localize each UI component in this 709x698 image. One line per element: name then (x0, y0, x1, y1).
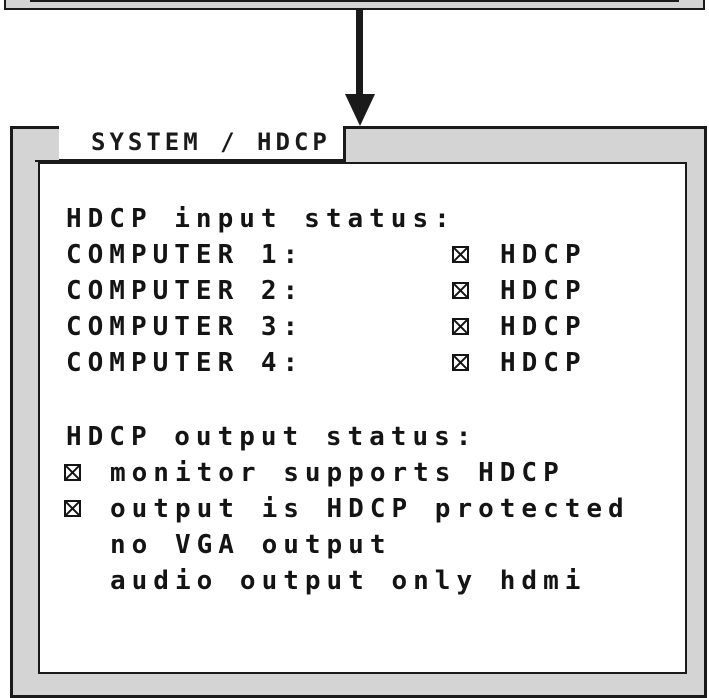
input-row-label: COMPUTER 2: (66, 276, 305, 306)
title-tab-line (35, 160, 59, 162)
input-row-status: HDCP (500, 276, 587, 306)
arrow-down-icon (345, 10, 375, 126)
checked-box-icon (452, 318, 469, 335)
output-line: no VGA output (110, 530, 392, 560)
checked-box-icon (64, 500, 81, 517)
input-row-status: HDCP (500, 348, 587, 378)
panel-title: SYSTEM / HDCP (59, 126, 346, 162)
panel-content (38, 162, 687, 674)
checked-box-icon (452, 282, 469, 299)
output-line: output is HDCP protected (110, 494, 630, 524)
input-status-heading: HDCP input status: (66, 204, 456, 234)
output-line: audio output only hdmi (110, 566, 587, 596)
output-status-heading: HDCP output status: (66, 422, 478, 452)
checked-box-icon (452, 354, 469, 371)
previous-screen-inner (30, 0, 679, 2)
input-row-label: COMPUTER 1: (66, 240, 305, 270)
input-row-label: COMPUTER 4: (66, 348, 305, 378)
input-row-label: COMPUTER 3: (66, 312, 305, 342)
output-line: monitor supports HDCP (110, 458, 565, 488)
input-row-status: HDCP (500, 312, 587, 342)
input-row-status: HDCP (500, 240, 587, 270)
checked-box-icon (452, 246, 469, 263)
checked-box-icon (64, 464, 81, 481)
previous-screen-frame (4, 0, 705, 10)
